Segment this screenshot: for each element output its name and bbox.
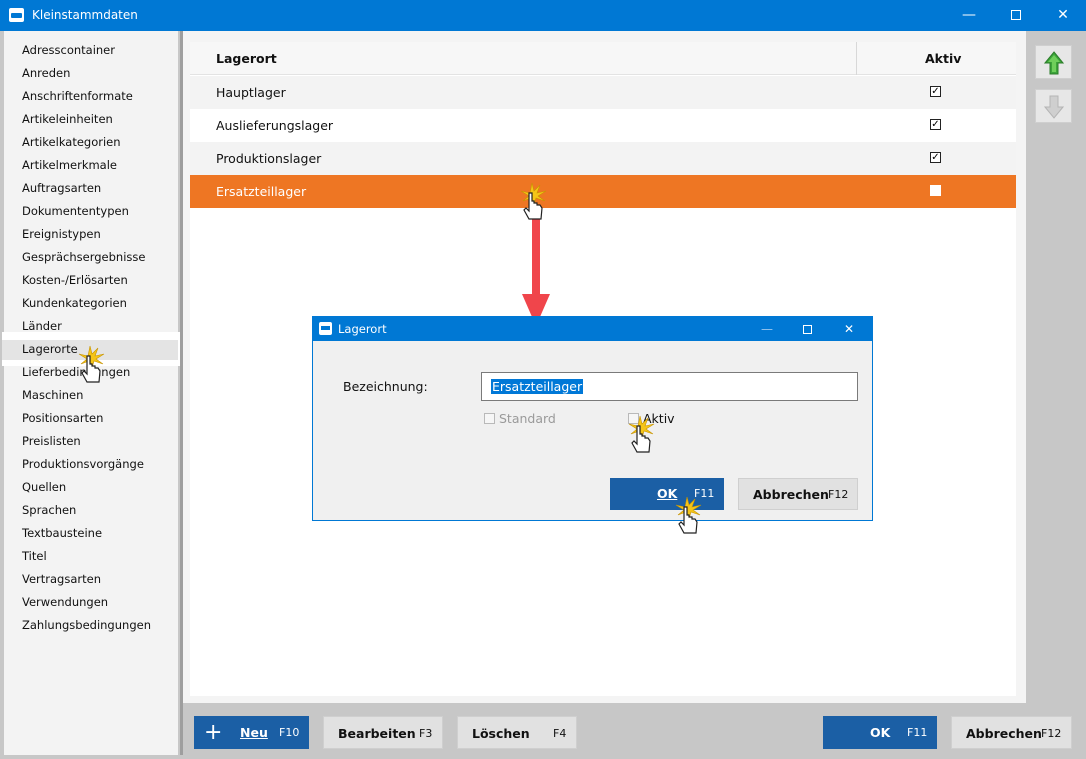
dialog-maximize-button[interactable] — [787, 317, 827, 341]
move-down-button[interactable] — [1035, 89, 1072, 123]
sidebar-item[interactable]: Preislisten — [22, 430, 81, 452]
table-header: Lagerort Aktiv — [190, 42, 1016, 75]
annotation-arrow-icon — [522, 216, 550, 326]
window-titlebar: Kleinstammdaten — ✕ — [0, 0, 1086, 31]
sidebar-item[interactable]: Quellen — [22, 476, 66, 498]
edit-button-key: F3 — [419, 727, 433, 740]
sidebar-item[interactable]: Lagerorte — [22, 338, 78, 360]
click-cursor-icon — [628, 415, 655, 453]
sidebar-item[interactable]: Maschinen — [22, 384, 83, 406]
close-button[interactable]: ✕ — [1040, 0, 1086, 31]
dialog-minimize-button[interactable]: — — [747, 317, 787, 341]
table-row[interactable]: Ersatzteillager — [190, 175, 1016, 208]
click-cursor-icon — [675, 496, 702, 534]
aktiv-checkbox-cell[interactable]: ✓ — [930, 152, 941, 163]
sidebar-item[interactable]: Kosten-/Erlösarten — [22, 269, 128, 291]
edit-button-label: Bearbeiten — [338, 726, 416, 741]
bezeichnung-input[interactable]: Ersatzteillager — [481, 372, 858, 401]
sidebar-item[interactable]: Sprachen — [22, 499, 76, 521]
aktiv-checkbox-cell[interactable] — [930, 185, 941, 196]
table-row[interactable]: Hauptlager ✓ — [190, 76, 1016, 109]
aktiv-checkbox-cell[interactable]: ✓ — [930, 86, 941, 97]
window-title: Kleinstammdaten — [32, 8, 138, 22]
ok-button-key: F11 — [907, 726, 928, 739]
minimize-button[interactable]: — — [946, 0, 992, 31]
sidebar-item[interactable]: Zahlungsbedingungen — [22, 614, 151, 636]
sidebar-item[interactable]: Länder — [22, 315, 62, 337]
lagerort-dialog: Lagerort — ✕ Bezeichnung: Ersatzteillage… — [312, 316, 873, 521]
sidebar-item[interactable]: Produktionsvorgänge — [22, 453, 144, 475]
dialog-cancel-key: F12 — [828, 488, 849, 501]
sidebar-item[interactable]: Ereignistypen — [22, 223, 101, 245]
sidebar-item[interactable]: Auftragsarten — [22, 177, 101, 199]
plus-icon: + — [204, 720, 223, 745]
dialog-title: Lagerort — [338, 322, 387, 336]
sidebar-item[interactable]: Adresscontainer — [22, 39, 115, 61]
maximize-icon — [1011, 10, 1021, 20]
cancel-button-key: F12 — [1041, 727, 1062, 740]
lagerort-cell: Produktionslager — [216, 151, 322, 166]
ok-button[interactable]: OK F11 — [823, 716, 937, 749]
sidebar-item[interactable]: Dokumententypen — [22, 200, 129, 222]
table-row[interactable]: Auslieferungslager ✓ — [190, 109, 1016, 142]
sidebar-item[interactable]: Positionsarten — [22, 407, 103, 429]
new-button-key: F10 — [279, 726, 300, 739]
lagerort-cell: Hauptlager — [216, 85, 286, 100]
sidebar-item[interactable]: Artikeleinheiten — [22, 108, 113, 130]
bezeichnung-label: Bezeichnung: — [343, 379, 428, 394]
sidebar-item[interactable]: Artikelkategorien — [22, 131, 121, 153]
sidebar-item[interactable]: Titel — [22, 545, 47, 567]
column-header-lagerort[interactable]: Lagerort — [216, 51, 277, 66]
table-row[interactable]: Produktionslager ✓ — [190, 142, 1016, 175]
sidebar-item[interactable]: Verwendungen — [22, 591, 108, 613]
edit-button[interactable]: Bearbeiten F3 — [323, 716, 443, 749]
dialog-cancel-label: Abbrechen — [753, 487, 829, 502]
new-button[interactable]: + Neu F10 — [194, 716, 309, 749]
sidebar-item[interactable]: Anschriftenformate — [22, 85, 133, 107]
delete-button[interactable]: Löschen F4 — [457, 716, 577, 749]
sidebar-item[interactable]: Gesprächsergebnisse — [22, 246, 145, 268]
cancel-button[interactable]: Abbrechen F12 — [951, 716, 1072, 749]
cancel-button-label: Abbrechen — [966, 726, 1042, 741]
app-icon — [9, 8, 24, 22]
maximize-icon — [802, 325, 812, 334]
move-up-button[interactable] — [1035, 45, 1072, 79]
dialog-titlebar: Lagerort — ✕ — [313, 317, 872, 341]
bezeichnung-input-value: Ersatzteillager — [491, 379, 584, 394]
arrow-up-icon — [1044, 51, 1064, 75]
lagerort-cell: Auslieferungslager — [216, 118, 334, 133]
sidebar-item[interactable]: Anreden — [22, 62, 70, 84]
click-cursor-icon — [520, 182, 547, 220]
dialog-cancel-button[interactable]: Abbrechen F12 — [738, 478, 858, 510]
column-header-aktiv[interactable]: Aktiv — [925, 51, 961, 66]
standard-checkbox[interactable] — [484, 413, 495, 424]
click-cursor-icon — [78, 345, 105, 383]
ok-button-label: OK — [870, 725, 891, 740]
sidebar-item[interactable]: Kundenkategorien — [22, 292, 127, 314]
sidebar-item[interactable]: Artikelmerkmale — [22, 154, 117, 176]
aktiv-checkbox-cell[interactable]: ✓ — [930, 119, 941, 130]
arrow-down-icon — [1044, 95, 1064, 119]
standard-label: Standard — [499, 411, 556, 426]
maximize-button[interactable] — [993, 0, 1039, 31]
dialog-app-icon — [319, 322, 332, 335]
column-separator[interactable] — [856, 42, 857, 75]
delete-button-label: Löschen — [472, 726, 530, 741]
lagerort-cell: Ersatzteillager — [216, 184, 307, 199]
delete-button-key: F4 — [553, 727, 567, 740]
new-button-label: Neu — [240, 725, 268, 740]
sidebar-item[interactable]: Textbausteine — [22, 522, 102, 544]
dialog-close-button[interactable]: ✕ — [829, 317, 869, 341]
sidebar-item[interactable]: Vertragsarten — [22, 568, 101, 590]
